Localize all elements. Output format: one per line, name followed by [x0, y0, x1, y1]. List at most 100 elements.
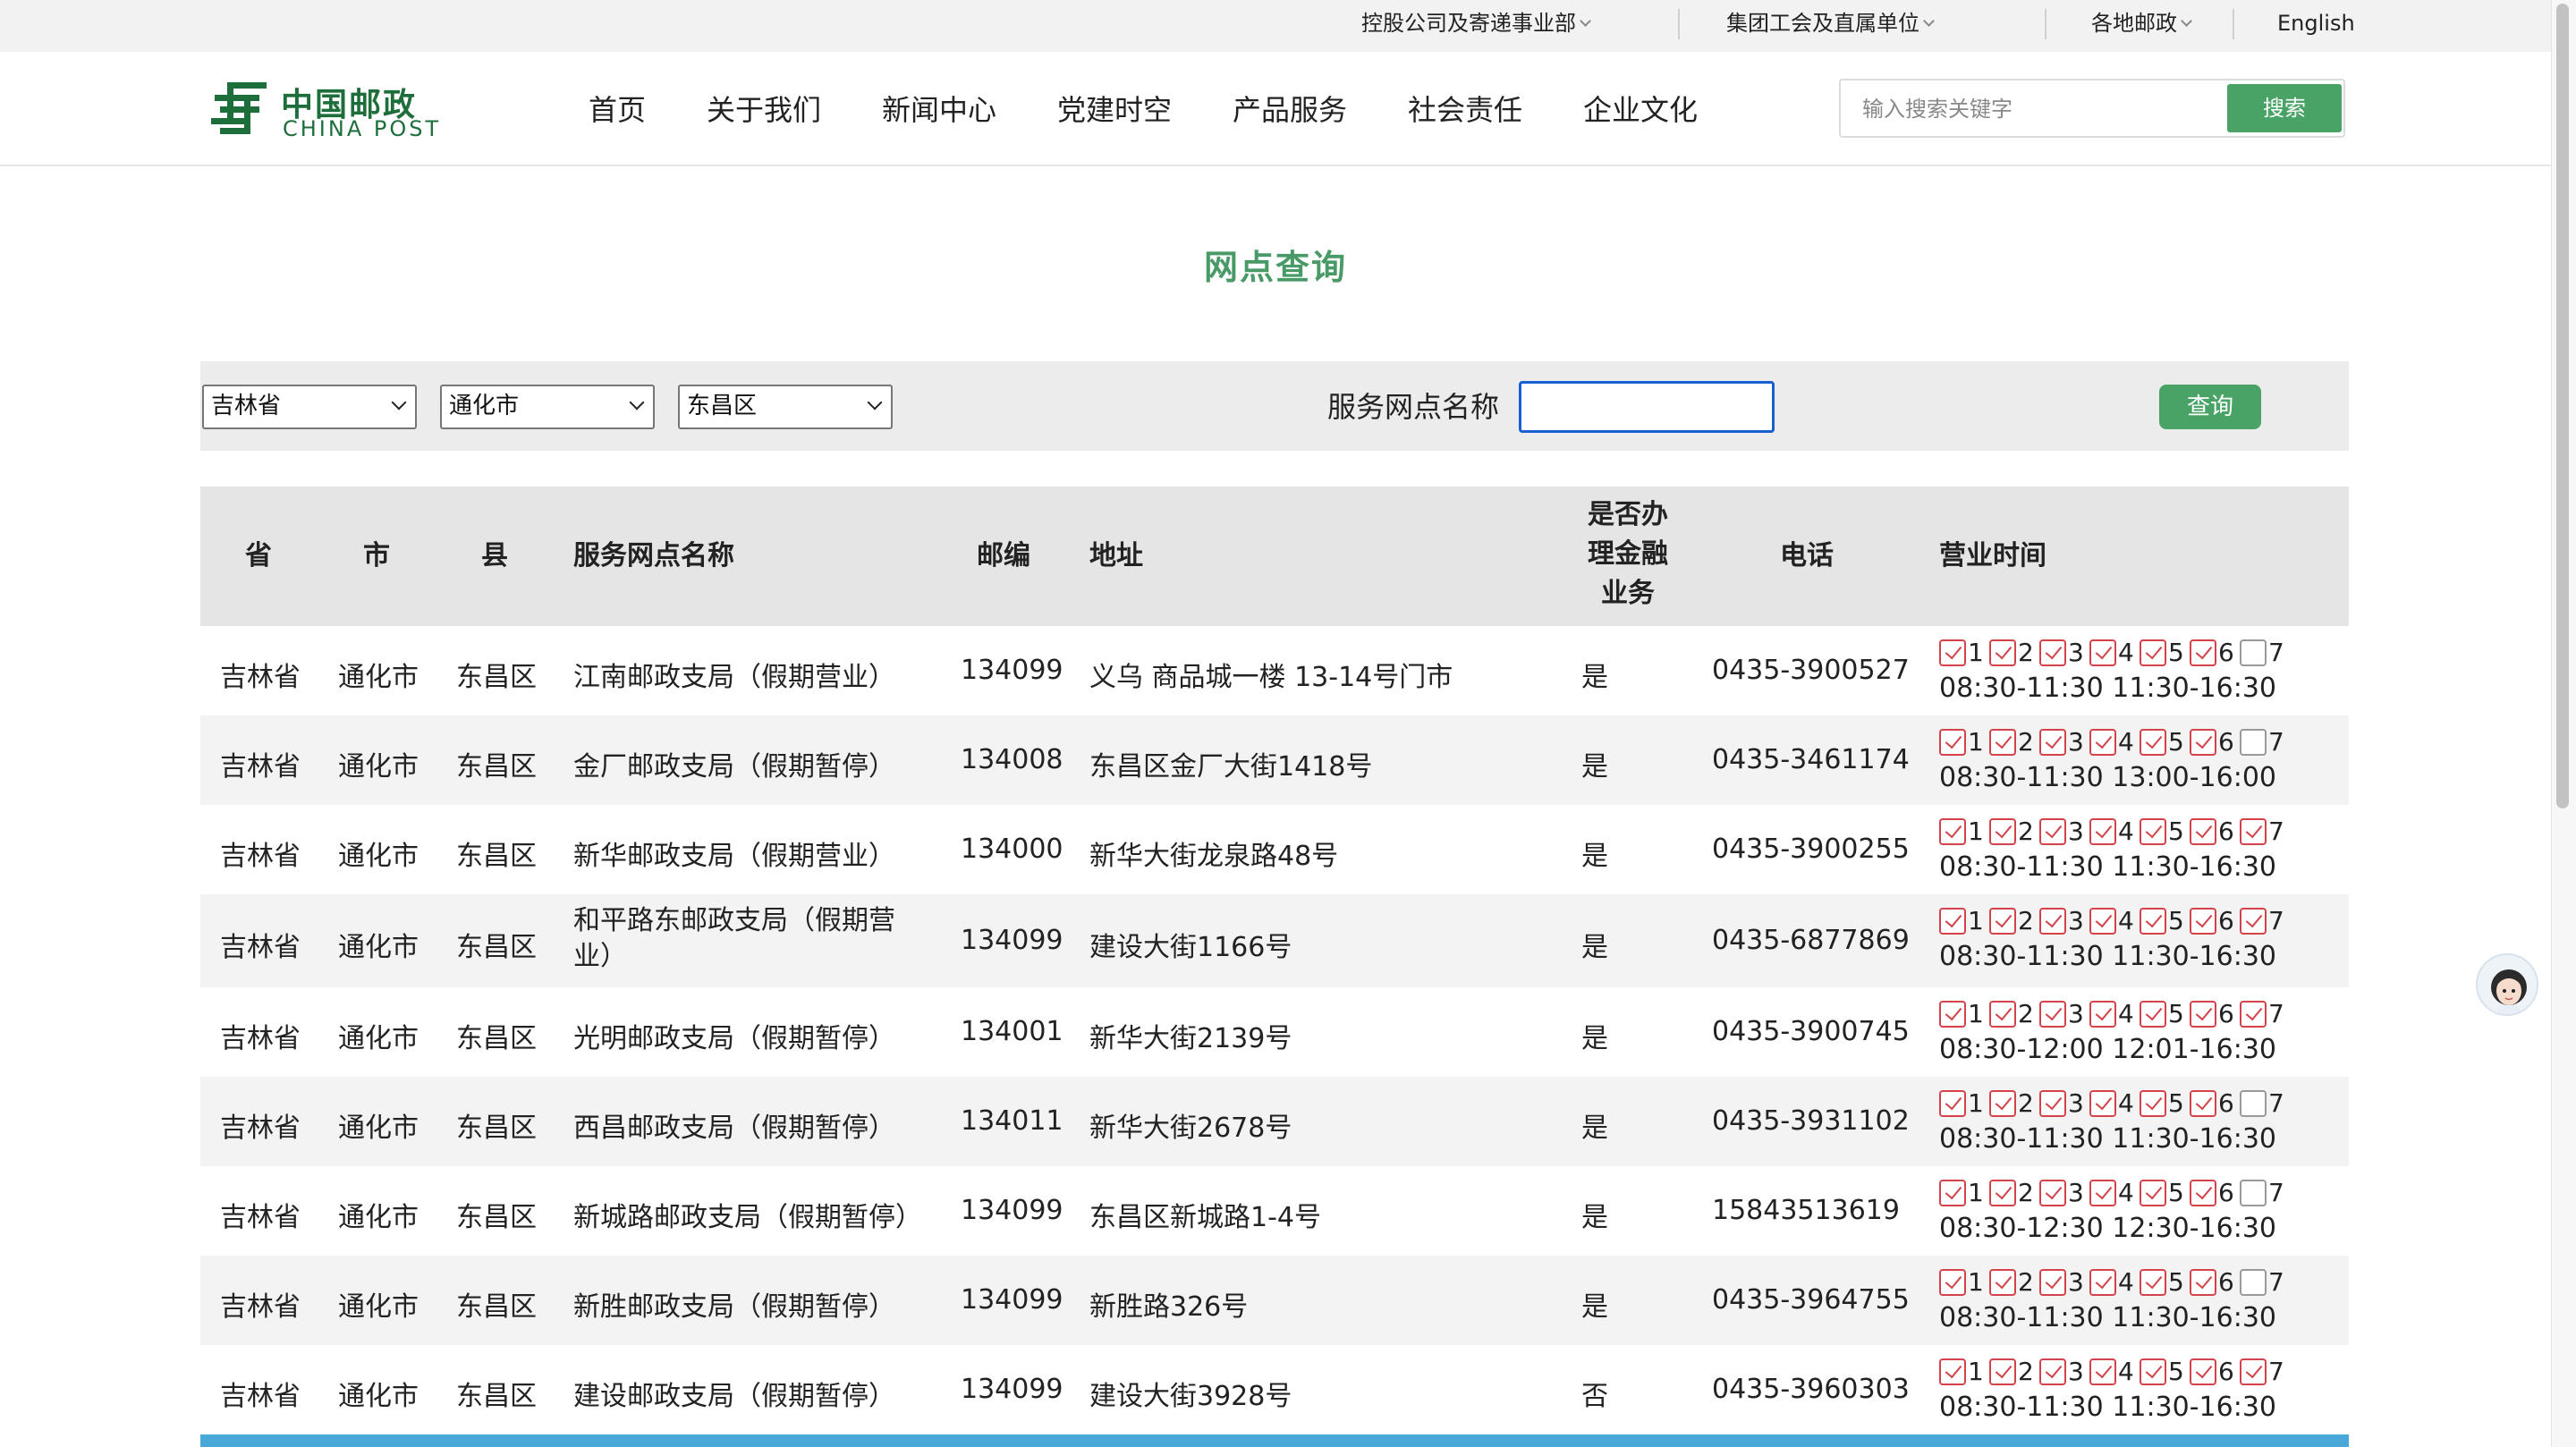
nav-item-culture[interactable]: 企业文化 [1583, 88, 1698, 129]
topbar-link-local-post[interactable]: 各地邮政 [2091, 0, 2192, 52]
checkbox-icon [1939, 639, 1966, 666]
day-number: 4 [2118, 906, 2134, 935]
nav-item-responsibility[interactable]: 社会责任 [1408, 88, 1522, 129]
checkbox-icon [1989, 1001, 2016, 1028]
cell-zip: 134099 [961, 655, 1063, 686]
day-number: 3 [2068, 727, 2084, 757]
table-row: 吉林省 通化市 东昌区 新胜邮政支局（假期暂停） 134099 新胜路326号 是 0435-… [200, 1256, 2349, 1345]
cell-finance: 是 [1581, 662, 1608, 693]
cell-province: 吉林省 [220, 1113, 301, 1144]
checkbox-icon [2140, 908, 2166, 935]
district-select[interactable]: 东昌区 [678, 385, 893, 429]
district-select-value: 东昌区 [687, 393, 758, 419]
filter-bar: 吉林省 通化市 东昌区 服务网点名称 查询 [200, 361, 2349, 451]
assistant-avatar-button[interactable] [2476, 953, 2538, 1016]
province-select[interactable]: 吉林省 [202, 385, 417, 429]
day-number: 7 [2268, 906, 2284, 935]
day-number: 6 [2218, 638, 2234, 667]
cell-city: 通化市 [338, 841, 419, 872]
day-number: 4 [2118, 1267, 2134, 1297]
chevron-down-icon [1923, 15, 1935, 27]
day-number: 6 [2218, 1267, 2234, 1297]
checkbox-icon [2140, 729, 2166, 756]
nav-item-home[interactable]: 首页 [589, 88, 646, 129]
site-search-input[interactable] [1862, 93, 2202, 125]
cell-county: 东昌区 [456, 662, 537, 693]
column-header-hours: 营业时间 [1939, 540, 2046, 571]
day-number: 3 [2068, 1357, 2084, 1386]
cell-address: 东昌区金厂大街1418号 [1089, 751, 1373, 783]
city-select[interactable]: 通化市 [440, 385, 655, 429]
opening-days: 1 2 3 4 5 6 7 [1939, 1177, 2290, 1209]
column-header-address: 地址 [1089, 540, 1143, 571]
cell-finance: 是 [1581, 932, 1608, 963]
day-number: 3 [2068, 1178, 2084, 1207]
nav-item-news[interactable]: 新闻中心 [882, 88, 996, 129]
day-number: 5 [2168, 638, 2184, 667]
cell-phone: 15843513619 [1712, 1195, 1900, 1226]
cell-phone: 0435-3900745 [1712, 1016, 1910, 1047]
site-logo[interactable]: 中国邮政 CHINA POST [208, 77, 442, 141]
checkbox-icon [1939, 908, 1966, 935]
checkbox-icon [2190, 908, 2216, 935]
cell-zip: 134000 [961, 834, 1063, 865]
day-number: 3 [2068, 817, 2084, 846]
cell-county: 东昌区 [456, 1291, 537, 1323]
day-number: 2 [2018, 638, 2034, 667]
day-number: 1 [1968, 1267, 1984, 1297]
opening-days: 1 2 3 4 5 6 7 [1939, 637, 2290, 669]
cell-phone: 0435-3900255 [1712, 834, 1910, 865]
checkbox-icon [1989, 1358, 2016, 1385]
page-scrollbar-thumb[interactable] [2556, 4, 2569, 808]
checkbox-icon [2140, 1090, 2166, 1117]
day-number: 4 [2118, 999, 2134, 1028]
cell-phone: 0435-3931102 [1712, 1105, 1910, 1137]
day-number: 7 [2268, 727, 2284, 757]
cell-city: 通化市 [338, 1023, 419, 1054]
checkbox-icon [1939, 729, 1966, 756]
checkbox-icon [2240, 818, 2267, 845]
opening-days: 1 2 3 4 5 6 7 [1939, 1356, 2290, 1388]
nav-item-party[interactable]: 党建时空 [1057, 88, 1172, 129]
cell-province: 吉林省 [220, 932, 301, 963]
cell-zip: 134008 [961, 744, 1063, 775]
cell-hours: 08:30-11:30 13:00-16:00 [1939, 762, 2277, 793]
opening-days: 1 2 3 4 5 6 7 [1939, 1087, 2290, 1120]
topbar-link-union[interactable]: 集团工会及直属单位 [1726, 0, 1935, 52]
cell-county: 东昌区 [456, 751, 537, 783]
cell-county: 东昌区 [456, 841, 537, 872]
column-header-zip: 邮编 [977, 540, 1030, 571]
checkbox-icon [1989, 1269, 2016, 1296]
site-search-button[interactable]: 搜索 [2227, 84, 2342, 132]
cell-city: 通化市 [338, 1113, 419, 1144]
table-row: 吉林省 通化市 东昌区 建设邮政支局（假期暂停） 134099 建设大街3928号 否 043… [200, 1345, 2349, 1434]
outlet-name-input[interactable] [1519, 381, 1775, 433]
opening-days: 1 2 3 4 5 6 7 [1939, 1266, 2290, 1299]
cell-county: 东昌区 [456, 1381, 537, 1412]
checkbox-icon [2240, 1358, 2267, 1385]
cell-county: 东昌区 [456, 932, 537, 963]
outlet-table: 省 市 县 服务网点名称 邮编 地址 是否办理金融业务 电话 营业时间 吉林省通… [200, 487, 2349, 1434]
nav-item-products[interactable]: 产品服务 [1233, 88, 1347, 129]
day-number: 2 [2018, 727, 2034, 757]
checkbox-icon [1989, 908, 2016, 935]
page-title: 网点查询 [1203, 248, 1347, 287]
checkbox-icon [1989, 818, 2016, 845]
cell-finance: 是 [1581, 1113, 1608, 1144]
day-number: 5 [2168, 1178, 2184, 1207]
cell-province: 吉林省 [220, 662, 301, 693]
cell-county: 东昌区 [456, 1202, 537, 1233]
cell-phone: 0435-3960303 [1712, 1374, 1910, 1405]
logo-text-en: CHINA POST [283, 116, 442, 141]
topbar-link-holding[interactable]: 控股公司及寄递事业部 [1361, 0, 1591, 52]
topbar-link-english[interactable]: English [2277, 0, 2355, 52]
day-number: 7 [2268, 1088, 2284, 1118]
query-button[interactable]: 查询 [2159, 385, 2261, 429]
cell-outlet-name: 江南邮政支局（假期营业） [573, 662, 895, 693]
chevron-down-icon [2181, 15, 2192, 27]
nav-item-about[interactable]: 关于我们 [707, 88, 821, 129]
day-number: 1 [1968, 727, 1984, 757]
cell-city: 通化市 [338, 1381, 419, 1412]
day-number: 6 [2218, 727, 2234, 757]
cell-outlet-name: 金厂邮政支局（假期暂停） [573, 751, 895, 783]
